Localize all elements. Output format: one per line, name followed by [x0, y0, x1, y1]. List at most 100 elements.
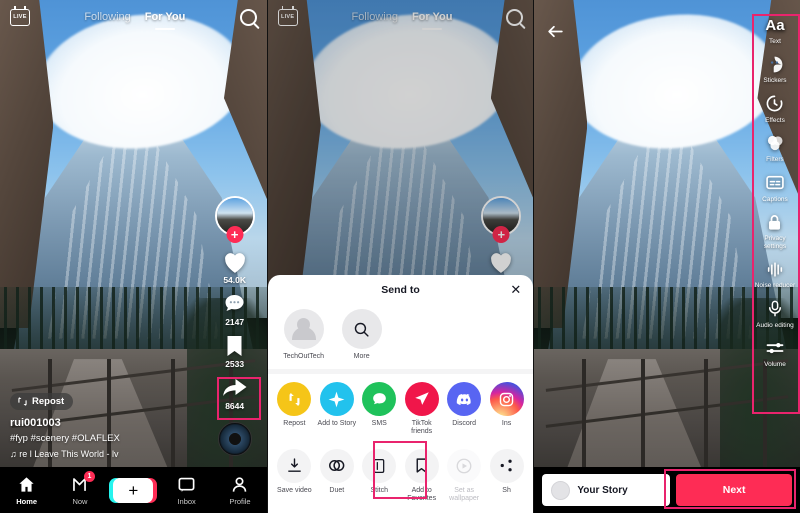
share-app-sms[interactable]: SMS [359, 382, 400, 437]
action-set-as-wallpaper[interactable]: Set as wallpaper [443, 448, 484, 504]
repost-icon [277, 382, 312, 417]
now-badge: 1 [83, 470, 95, 482]
repost-icon [18, 397, 27, 406]
search-icon[interactable] [239, 8, 257, 26]
tool-captions[interactable]: Captions [753, 172, 797, 203]
tool-label: Effects [765, 116, 785, 124]
filters-circles-icon [764, 132, 786, 154]
share-arrow-icon [223, 379, 247, 396]
share-button[interactable]: 8644 [221, 376, 248, 411]
bookmark-icon [404, 448, 439, 483]
tabbar-item-inbox[interactable]: Inbox [163, 475, 211, 506]
tool-stickers[interactable]: Stickers [753, 53, 797, 84]
share-count: 8644 [225, 401, 245, 411]
share-apps-row: Repost Add to Story SMS TikTok friends D… [268, 374, 534, 439]
play-circle-icon [447, 448, 482, 483]
music-title[interactable]: ♫ re l Leave This World - lv [10, 449, 215, 459]
share-app-discord[interactable]: Discord [443, 382, 484, 437]
tabbar-item-home[interactable]: Home [3, 475, 51, 506]
bottom-tabbar: Home 1 Now + Inbox Profile [0, 467, 267, 513]
tool-noise-reducer[interactable]: Noise reducer [753, 258, 797, 289]
tool-filters[interactable]: Filters [753, 132, 797, 163]
creator-username: rui001003 [10, 417, 61, 429]
tabbar-item-now[interactable]: 1 Now [56, 470, 104, 506]
effects-clock-icon [764, 93, 786, 115]
repost-chip[interactable]: Repost [10, 393, 74, 410]
share-app-label: SMS [371, 420, 387, 428]
download-icon [277, 448, 312, 483]
comment-icon [225, 295, 244, 311]
next-button[interactable]: Next [676, 474, 792, 506]
creator-avatar[interactable]: + [214, 196, 255, 243]
tool-label: Audio editing [756, 321, 794, 329]
comment-count: 2147 [225, 317, 245, 327]
share-app-add-to-story[interactable]: Add to Story [316, 382, 357, 437]
action-label: Sh [502, 486, 511, 494]
tool-privacy-settings[interactable]: Privacy settings [753, 211, 797, 250]
action-stitch[interactable]: Stitch [359, 448, 400, 504]
tool-label: Filters [766, 156, 784, 164]
video-caption: Repost rui001003 #fyp #scenery #OLAFLEX … [10, 393, 215, 459]
tool-label: Text [769, 38, 781, 45]
person-label: TechOutTech [283, 353, 325, 360]
avatar-placeholder-icon [283, 309, 324, 349]
action-add-to-favorites[interactable]: Add to Favorites [401, 448, 442, 504]
share-actions-row: Save video Duet Stitch Add to Favorites … [268, 439, 534, 506]
send-plane-icon [404, 382, 439, 417]
comment-button[interactable]: 2147 [222, 292, 247, 327]
share-app-instagram[interactable]: Ins [486, 382, 527, 437]
avatar [551, 480, 571, 500]
back-arrow-icon[interactable] [546, 22, 565, 46]
duet-icon [319, 448, 354, 483]
tool-text[interactable]: Aa Text [753, 14, 797, 46]
bookmark-icon [227, 336, 242, 356]
follow-plus-icon[interactable]: + [226, 226, 244, 243]
feed-tabs: Following For You [84, 11, 185, 23]
person-label: More [353, 353, 370, 360]
tabbar-item-profile[interactable]: Profile [216, 475, 264, 506]
tool-audio-editing[interactable]: Audio editing [753, 298, 797, 329]
share-app-repost[interactable]: Repost [274, 382, 315, 437]
like-button[interactable]: 54.0K [222, 250, 248, 285]
action-share-more[interactable]: Sh [486, 448, 527, 504]
person-item[interactable]: TechOutTech [278, 309, 330, 361]
action-save-video[interactable]: Save video [274, 448, 315, 504]
feed-action-rail: + 54.0K 2147 2533 8644 [209, 196, 261, 456]
share-app-tiktok-friends[interactable]: TikTok friends [401, 382, 442, 437]
close-icon[interactable]: ✕ [510, 283, 521, 296]
panel-feed: LIVE Following For You + 54.0K 2147 2533… [0, 0, 267, 513]
create-plus-icon[interactable]: + [109, 477, 158, 503]
panel-editor: Aa Text Stickers Effects Filters Caption… [533, 0, 800, 513]
share-app-label: Discord [452, 420, 476, 428]
sticker-smiley-icon [764, 53, 786, 75]
more-people-item[interactable]: More [336, 309, 388, 361]
microphone-icon [764, 298, 786, 320]
share-sheet-header: Send to ✕ [268, 275, 534, 305]
discord-icon [447, 382, 482, 417]
music-disc-icon[interactable] [217, 422, 252, 456]
bookmark-button[interactable]: 2533 [223, 334, 246, 369]
tabbar-label: Now [72, 496, 88, 506]
caption-hashtags: #fyp #scenery #OLAFLEX [10, 433, 120, 444]
tool-label: Stickers [763, 77, 787, 85]
tool-label: Captions [762, 195, 788, 203]
tool-label: Privacy settings [763, 235, 787, 250]
editor-bottom-bar: Your Story Next [534, 467, 800, 513]
action-duet[interactable]: Duet [316, 448, 357, 504]
your-story-button[interactable]: Your Story [542, 474, 671, 506]
panel-share-sheet: LIVE Following For You + Send to ✕ TechO… [266, 0, 534, 513]
waveform-icon [764, 258, 786, 280]
tabbar-item-create[interactable]: + [109, 477, 158, 503]
action-label: Duet [329, 486, 345, 494]
tab-following[interactable]: Following [84, 11, 130, 23]
tool-volume[interactable]: Volume [753, 337, 797, 368]
sliders-icon [764, 337, 786, 359]
feed-topbar: LIVE Following For You [0, 0, 267, 34]
like-count: 54.0K [223, 275, 246, 285]
stitch-icon [362, 448, 397, 483]
next-label: Next [722, 484, 746, 496]
share-sheet-title: Send to [381, 284, 420, 296]
live-icon[interactable]: LIVE [10, 5, 30, 26]
tab-for-you[interactable]: For You [145, 11, 186, 23]
tool-effects[interactable]: Effects [753, 93, 797, 124]
